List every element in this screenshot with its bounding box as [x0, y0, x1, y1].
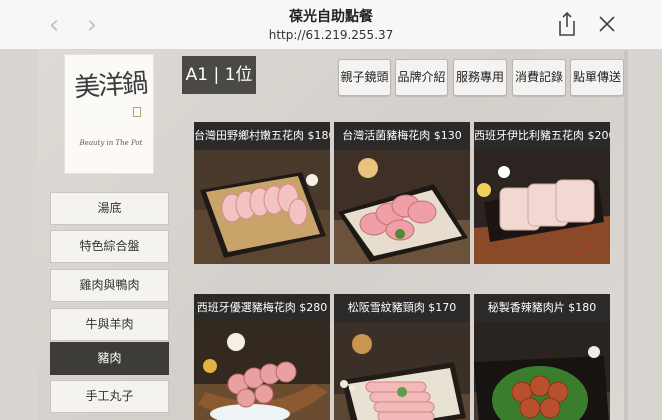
product-card[interactable]: 台灣田野鄉村嫩五花肉 $180	[194, 122, 330, 264]
product-grid: 台灣田野鄉村嫩五花肉 $180 台灣活菌豬梅花肉 $130 西班牙伊比利豬五花肉…	[194, 122, 628, 420]
product-card[interactable]: 秘製香辣豬肉片 $180	[474, 294, 610, 420]
spicy-pork-photo-icon	[474, 322, 610, 420]
category-soup-base[interactable]: 湯底	[50, 192, 169, 225]
pork-shoulder-photo-icon	[334, 150, 470, 264]
product-card[interactable]: 台灣活菌豬梅花肉 $130	[334, 122, 470, 264]
category-pork[interactable]: 豬肉	[50, 342, 169, 375]
product-label: 秘製香辣豬肉片 $180	[474, 294, 610, 322]
product-label: 台灣活菌豬梅花肉 $130	[334, 122, 470, 150]
logo-tagline: Beauty in The Pot	[79, 139, 143, 147]
brand-intro-button[interactable]: 品牌介紹	[395, 59, 448, 96]
product-label: 西班牙伊比利豬五花肉 $200	[474, 122, 610, 150]
category-beef-lamb[interactable]: 牛與羊肉	[50, 308, 169, 341]
category-handmade-balls[interactable]: 手工丸子	[50, 380, 169, 413]
pork-boat-photo-icon	[194, 322, 330, 420]
iberico-pork-photo-icon	[474, 150, 610, 264]
ordering-app: 美洋鍋 Beauty in The Pot A1 | 1位 親子鏡頭 品牌介紹 …	[38, 50, 628, 420]
table-badge: A1 | 1位	[182, 56, 256, 94]
order-history-button[interactable]: 消費記錄	[512, 59, 566, 96]
restaurant-logo: 美洋鍋 Beauty in The Pot	[64, 54, 154, 174]
product-label: 松阪雪紋豬頸肉 $170	[334, 294, 470, 322]
browser-toolbar: ‹ › 葆光自助點餐 http://61.219.255.37	[0, 0, 662, 50]
logo-seal-icon	[133, 107, 141, 117]
category-chicken-duck[interactable]: 雞肉與鴨肉	[50, 269, 169, 302]
pork-belly-rolls-photo-icon	[194, 150, 330, 264]
product-card[interactable]: 西班牙伊比利豬五花肉 $200	[474, 122, 610, 264]
share-icon[interactable]	[556, 10, 578, 38]
family-camera-button[interactable]: 親子鏡頭	[338, 59, 391, 96]
close-icon[interactable]	[596, 13, 618, 35]
pork-jowl-photo-icon	[334, 322, 470, 420]
product-card[interactable]: 西班牙優選豬梅花肉 $280	[194, 294, 330, 420]
product-label: 西班牙優選豬梅花肉 $280	[194, 294, 330, 322]
product-card[interactable]: 松阪雪紋豬頸肉 $170	[334, 294, 470, 420]
product-label: 台灣田野鄉村嫩五花肉 $180	[194, 122, 330, 150]
send-order-button[interactable]: 點單傳送	[570, 59, 624, 96]
service-button[interactable]: 服務專用	[453, 59, 507, 96]
category-combo-platter[interactable]: 特色綜合盤	[50, 230, 169, 263]
logo-text: 美洋鍋	[73, 68, 148, 104]
